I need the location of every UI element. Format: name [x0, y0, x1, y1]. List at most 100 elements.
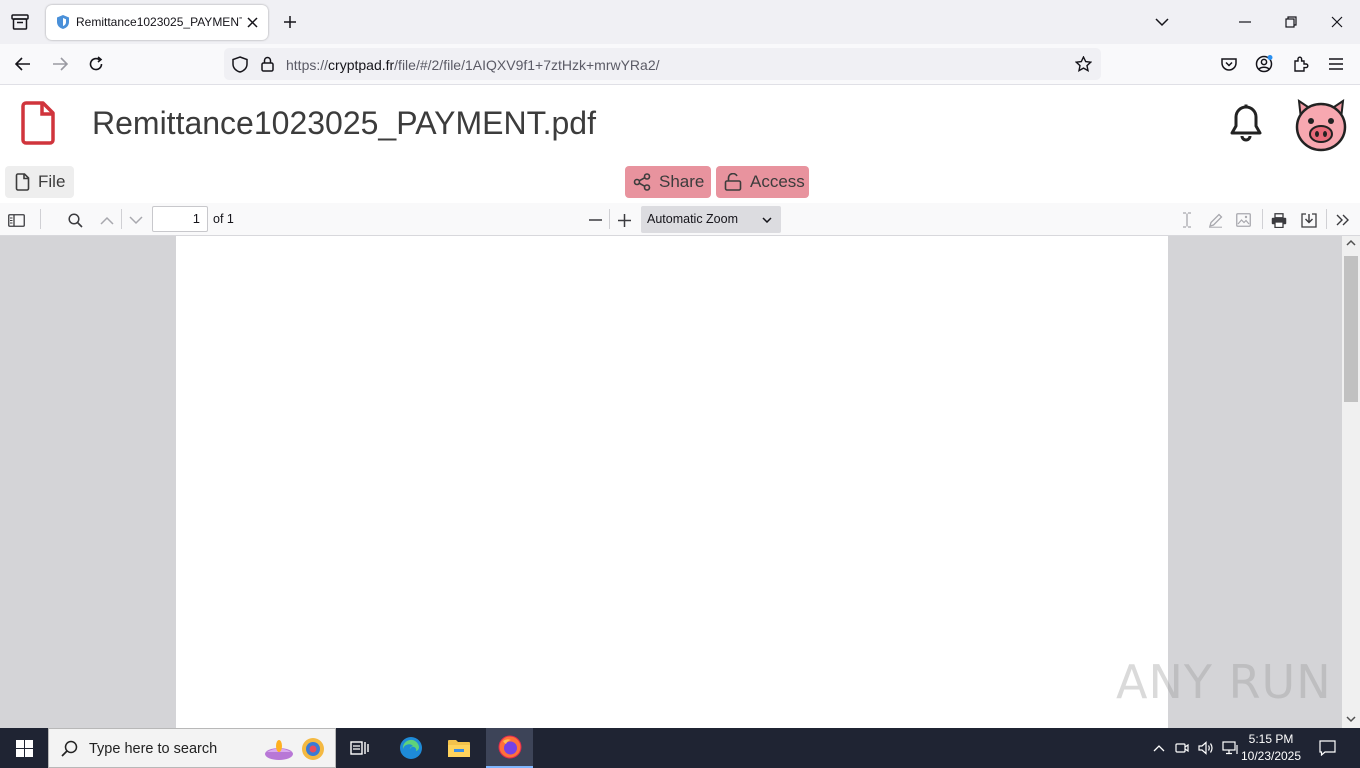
- chevron-down-icon: [1155, 17, 1169, 26]
- windows-taskbar: Type here to search 5:15 PM 10/23/2025: [0, 728, 1360, 768]
- tab-close-button[interactable]: [244, 14, 260, 30]
- text-cursor-icon: [1183, 212, 1191, 228]
- double-chevron-right-icon: [1336, 214, 1349, 226]
- task-view-icon: [350, 741, 369, 755]
- page-number-input[interactable]: 1: [152, 206, 208, 232]
- find-button[interactable]: [65, 210, 85, 230]
- vertical-scrollbar[interactable]: [1342, 236, 1360, 728]
- sidebar-toggle-button[interactable]: [6, 210, 26, 230]
- document-title[interactable]: Remittance1023025_PAYMENT.pdf: [92, 105, 596, 142]
- forward-button[interactable]: [49, 54, 71, 74]
- print-button[interactable]: [1269, 210, 1289, 230]
- tab-overview-button[interactable]: [8, 11, 32, 33]
- file-menu-button[interactable]: File: [5, 166, 74, 198]
- lock-icon[interactable]: [261, 56, 274, 72]
- file-explorer-taskbar-button[interactable]: [441, 728, 477, 768]
- anyrun-watermark: ANY RUN: [1116, 655, 1332, 709]
- minimize-icon: [1239, 21, 1251, 23]
- next-page-button[interactable]: [126, 210, 146, 230]
- tab-strip: Remittance1023025_PAYMENT.pdf: [0, 0, 1360, 44]
- image-tool-button[interactable]: [1233, 210, 1253, 230]
- share-label: Share: [659, 172, 705, 191]
- draw-tool-button[interactable]: [1205, 210, 1225, 230]
- close-icon: [1331, 16, 1343, 28]
- pocket-icon: [1221, 58, 1237, 71]
- printer-icon: [1271, 212, 1287, 228]
- app-menu-button[interactable]: [1325, 54, 1347, 74]
- edge-browser-icon: [400, 737, 422, 759]
- hamburger-menu-icon: [1329, 58, 1343, 70]
- new-tab-button[interactable]: [280, 12, 300, 32]
- account-button[interactable]: [1253, 53, 1275, 75]
- user-avatar-button[interactable]: [1292, 96, 1350, 154]
- page-count-label: of 1: [213, 212, 234, 226]
- sidebar-toggle-icon: [7, 213, 25, 227]
- minus-icon: [588, 219, 602, 221]
- file-icon: [15, 173, 30, 191]
- access-button[interactable]: Access: [716, 166, 809, 198]
- restore-icon: [1285, 16, 1297, 28]
- taskbar-search-box[interactable]: Type here to search: [48, 728, 336, 768]
- toolbar-separator: [609, 209, 610, 229]
- clock-time: 5:15 PM: [1248, 732, 1294, 746]
- show-hidden-icons-button[interactable]: [1150, 738, 1168, 758]
- volume-button[interactable]: [1196, 738, 1216, 758]
- task-view-button[interactable]: [342, 728, 378, 768]
- extensions-button[interactable]: [1290, 54, 1312, 74]
- diwali-lamp-decoration-icon: [265, 738, 324, 760]
- text-tool-button[interactable]: [1177, 210, 1197, 230]
- action-center-button[interactable]: [1315, 738, 1339, 758]
- meet-now-button[interactable]: [1173, 738, 1191, 758]
- firefox-taskbar-button[interactable]: [486, 728, 533, 768]
- zoom-select-value: Automatic Zoom: [647, 212, 739, 226]
- scroll-up-arrow-icon[interactable]: [1346, 239, 1356, 246]
- pdf-toolbar: 1 of 1 Automatic Zoom: [0, 203, 1360, 236]
- cryptpad-header: Remittance1023025_PAYMENT.pdf File Share…: [0, 85, 1360, 203]
- active-tab[interactable]: Remittance1023025_PAYMENT.pdf: [46, 5, 268, 40]
- firefox-icon: [498, 735, 521, 759]
- zoom-in-button[interactable]: [614, 210, 634, 230]
- puzzle-icon: [1294, 56, 1309, 72]
- navigation-toolbar: https://cryptpad.fr/file/#/2/file/1AIQXV…: [0, 44, 1360, 85]
- tab-title: Remittance1023025_PAYMENT.pdf: [76, 15, 242, 29]
- download-button[interactable]: [1299, 210, 1319, 230]
- list-all-tabs-button[interactable]: [1152, 12, 1172, 32]
- back-button[interactable]: [12, 54, 34, 74]
- reload-icon: [89, 56, 103, 71]
- toolbar-separator: [1262, 209, 1263, 229]
- taskbar-clock[interactable]: 5:15 PM 10/23/2025: [1240, 731, 1302, 765]
- close-window-button[interactable]: [1322, 12, 1352, 32]
- search-icon: [67, 212, 83, 228]
- folder-icon: [448, 740, 470, 757]
- plus-icon: [617, 213, 631, 227]
- start-button[interactable]: [0, 728, 48, 768]
- zoom-out-button[interactable]: [585, 210, 605, 230]
- search-placeholder: Type here to search: [89, 741, 218, 757]
- chevron-up-icon: [100, 216, 114, 225]
- minimize-button[interactable]: [1230, 12, 1260, 32]
- reload-button[interactable]: [85, 54, 107, 74]
- pocket-button[interactable]: [1218, 54, 1240, 74]
- edge-taskbar-button[interactable]: [393, 728, 429, 768]
- toolbar-separator: [121, 209, 122, 229]
- url-text[interactable]: https://cryptpad.fr/file/#/2/file/1AIQXV…: [286, 57, 660, 73]
- close-icon: [246, 16, 258, 28]
- tracking-protection-shield-icon[interactable]: [232, 56, 248, 73]
- tools-menu-button[interactable]: [1333, 210, 1353, 230]
- scrollbar-thumb[interactable]: [1344, 256, 1358, 402]
- network-button[interactable]: [1220, 738, 1240, 758]
- scroll-down-arrow-icon[interactable]: [1346, 716, 1356, 723]
- restore-button[interactable]: [1276, 12, 1306, 32]
- zoom-select[interactable]: Automatic Zoom: [641, 206, 781, 233]
- share-button[interactable]: Share: [625, 166, 711, 198]
- pdf-page[interactable]: [176, 236, 1168, 728]
- pig-avatar-icon: [1295, 98, 1347, 152]
- url-bar[interactable]: https://cryptpad.fr/file/#/2/file/1AIQXV…: [224, 48, 1101, 80]
- previous-page-button[interactable]: [97, 210, 117, 230]
- shield-favicon-icon: [57, 15, 69, 29]
- star-icon[interactable]: [1075, 56, 1092, 72]
- image-icon: [1235, 213, 1251, 227]
- arrow-left-icon: [15, 57, 30, 71]
- notifications-button[interactable]: [1226, 103, 1266, 143]
- account-icon: [1255, 55, 1273, 73]
